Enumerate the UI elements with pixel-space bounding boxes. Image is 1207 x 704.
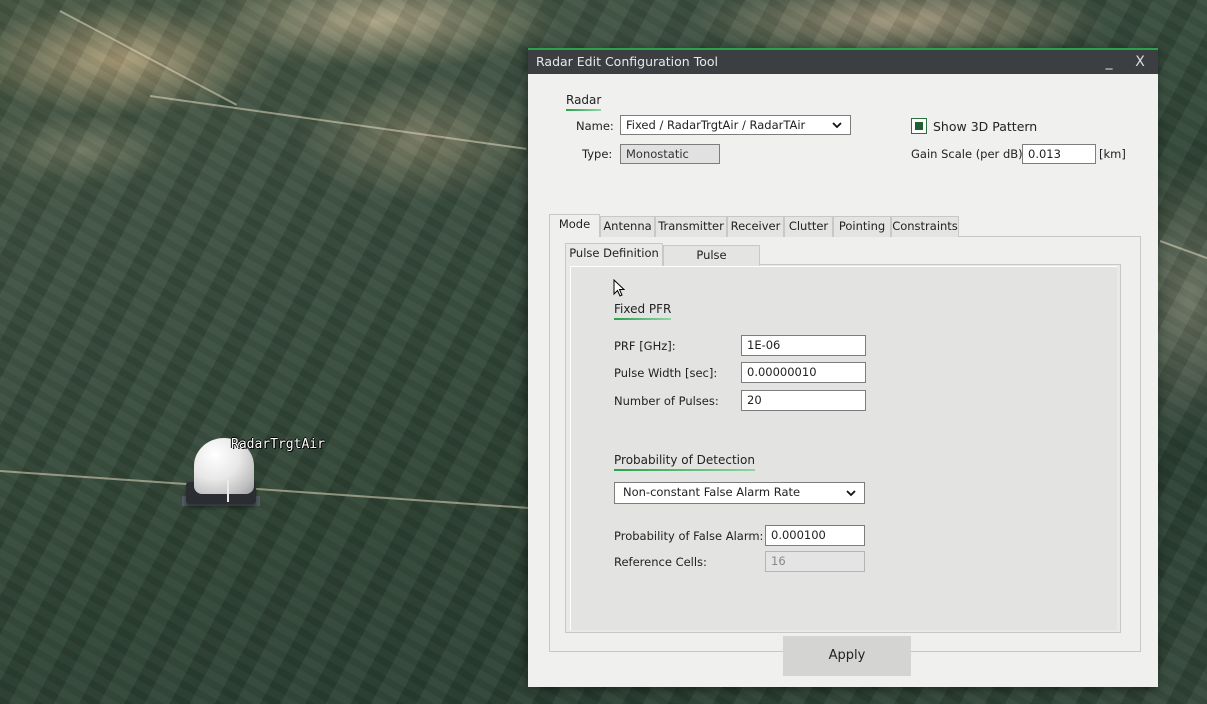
window-title: Radar Edit Configuration Tool (536, 54, 718, 69)
mouse-pointer-icon (613, 279, 625, 297)
chevron-down-icon (846, 487, 856, 501)
minimize-button[interactable]: _ (1098, 52, 1120, 72)
radar-section-title: Radar (566, 93, 602, 111)
section-underline (566, 109, 602, 111)
tab-antenna[interactable]: Antenna (600, 216, 655, 237)
gain-scale-unit: [km] (1099, 147, 1126, 161)
section-underline (614, 318, 672, 320)
detection-method-select[interactable]: Non-constant False Alarm Rate (614, 482, 865, 504)
tab-constraints[interactable]: Constraints (891, 216, 959, 237)
fixed-pfr-section-title: Fixed PFR (614, 302, 672, 320)
ref-cells-label: Reference Cells: (614, 555, 707, 569)
pulse-width-input[interactable]: 0.00000010 (741, 362, 866, 383)
radar-dome-pole (227, 480, 229, 502)
apply-button[interactable]: Apply (783, 636, 911, 676)
prf-label: PRF [GHz]: (614, 339, 676, 353)
type-label: Type: (582, 147, 613, 161)
subtab-pulse-integration[interactable]: Pulse Integration (663, 245, 760, 281)
checkbox-icon (915, 122, 923, 130)
num-pulses-label: Number of Pulses: (614, 394, 719, 408)
ref-cells-input: 16 (765, 551, 865, 572)
show-3d-pattern-checkbox[interactable] (911, 118, 927, 134)
pfa-input[interactable]: 0.000100 (765, 525, 865, 546)
window-titlebar[interactable]: Radar Edit Configuration Tool _ X (528, 50, 1158, 74)
section-underline (614, 469, 755, 471)
radar-section-label: Radar (566, 93, 602, 107)
pfa-label: Probability of False Alarm: (614, 529, 764, 543)
tab-mode[interactable]: Mode (549, 214, 600, 237)
num-pulses-input[interactable]: 20 (741, 390, 866, 411)
tab-pointing[interactable]: Pointing (833, 216, 891, 237)
gain-scale-input[interactable]: 0.013 (1022, 144, 1096, 164)
close-button[interactable]: X (1129, 52, 1151, 72)
name-label: Name: (576, 119, 614, 133)
prf-input[interactable]: 1E-06 (741, 335, 866, 356)
fixed-pfr-label: Fixed PFR (614, 302, 672, 316)
detection-method-value: Non-constant False Alarm Rate (623, 485, 801, 499)
subtab-pulse-definition[interactable]: Pulse Definition (565, 243, 663, 266)
pod-label: Probability of Detection (614, 453, 755, 467)
radar-type-field: Monostatic (620, 144, 720, 164)
tab-receiver[interactable]: Receiver (727, 216, 784, 237)
pulse-width-label: Pulse Width [sec]: (614, 366, 718, 380)
pod-section-title: Probability of Detection (614, 453, 755, 471)
tab-clutter[interactable]: Clutter (784, 216, 833, 237)
window-content: Radar Name: Fixed / RadarTrgtAir / Radar… (528, 76, 1158, 687)
radar-name-select[interactable]: Fixed / RadarTrgtAir / RadarTAir (620, 115, 851, 135)
chevron-down-icon (832, 119, 842, 133)
tab-transmitter[interactable]: Transmitter (655, 216, 727, 237)
radar-map-label: RadarTrgtAir (231, 437, 325, 452)
gain-scale-label: Gain Scale (per dB): (911, 147, 1027, 161)
radar-name-value: Fixed / RadarTrgtAir / RadarTAir (626, 118, 806, 132)
pulse-definition-body (570, 266, 1117, 630)
radar-config-window: Radar Edit Configuration Tool _ X Radar … (528, 48, 1158, 687)
show-3d-pattern-label[interactable]: Show 3D Pattern (933, 119, 1037, 134)
